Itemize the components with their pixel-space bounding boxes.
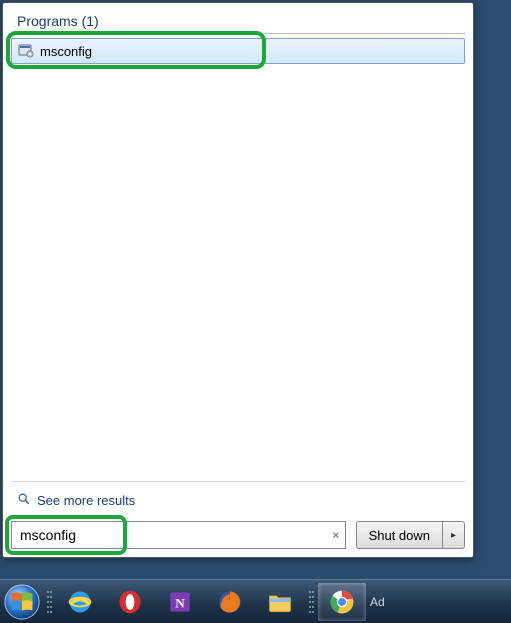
search-input[interactable] <box>11 521 346 549</box>
bottom-divider <box>11 481 465 482</box>
svg-text:N: N <box>175 595 185 610</box>
taskbar-item-chrome[interactable] <box>318 583 366 621</box>
taskbar-item-ie[interactable] <box>56 583 104 621</box>
taskbar-item-firefox[interactable] <box>206 583 254 621</box>
taskbar-grip-2[interactable] <box>306 583 316 621</box>
shutdown-menu-arrow[interactable]: ▸ <box>443 521 465 549</box>
magnifier-icon <box>17 492 31 509</box>
section-divider <box>11 33 465 34</box>
start-button[interactable] <box>2 582 42 622</box>
triangle-right-icon: ▸ <box>451 530 456 541</box>
results-area <box>11 64 465 481</box>
taskbar-item-explorer[interactable] <box>256 583 304 621</box>
shutdown-button-group: Shut down ▸ <box>356 521 465 549</box>
clear-search-icon[interactable]: × <box>332 528 340 543</box>
taskbar-item-opera[interactable] <box>106 583 154 621</box>
start-menu-search-panel: Programs (1) msconfig See more results <box>2 2 474 558</box>
programs-section-header: Programs (1) <box>11 11 465 33</box>
see-more-results-link[interactable]: See more results <box>11 488 465 517</box>
taskbar-item-onenote[interactable]: N <box>156 583 204 621</box>
taskbar: N Ad <box>0 579 511 623</box>
msconfig-icon <box>18 43 34 59</box>
taskbar-grip[interactable] <box>44 583 54 621</box>
search-input-wrapper: × <box>11 521 346 549</box>
search-result-msconfig[interactable]: msconfig <box>11 38 465 64</box>
taskbar-window-label[interactable]: Ad <box>370 595 385 609</box>
see-more-label: See more results <box>37 493 135 508</box>
search-result-label: msconfig <box>40 44 92 59</box>
start-menu-bottom-row: × Shut down ▸ <box>11 517 465 549</box>
shutdown-button[interactable]: Shut down <box>356 521 443 549</box>
